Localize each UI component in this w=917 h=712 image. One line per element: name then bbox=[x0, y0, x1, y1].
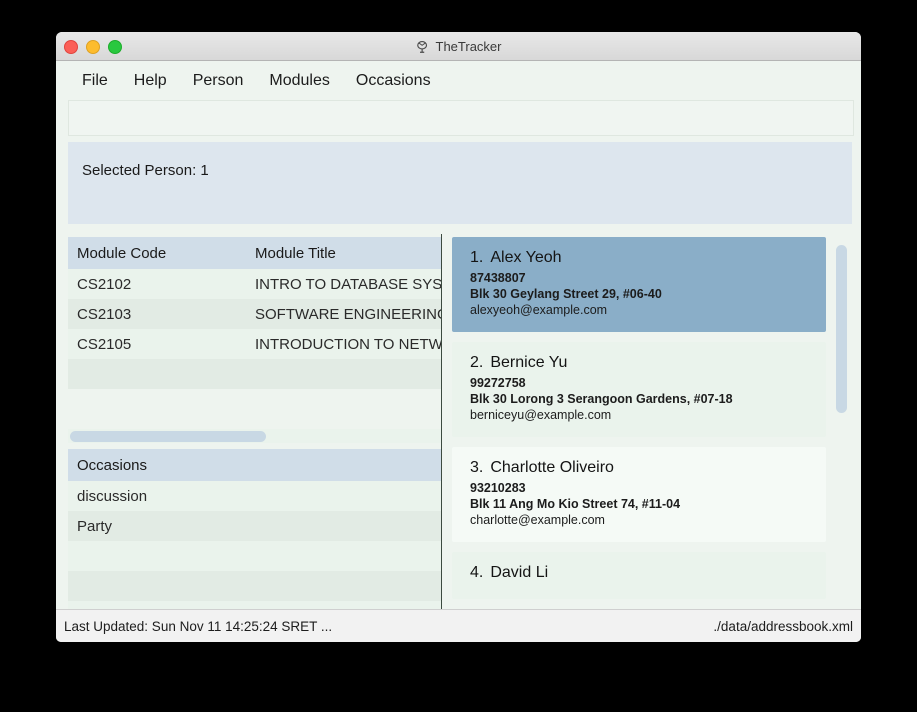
menu-item-help[interactable]: Help bbox=[124, 68, 177, 94]
list-item[interactable]: 4. David Li bbox=[452, 552, 826, 599]
table-row[interactable]: CS2102 INTRO TO DATABASE SYSTEMS bbox=[68, 269, 442, 299]
modules-horizontal-scrollbar[interactable] bbox=[68, 429, 442, 443]
cell-module-code: CS2103 bbox=[68, 299, 246, 329]
person-list[interactable]: 1. Alex Yeoh 87438807 Blk 30 Geylang Stre… bbox=[452, 237, 834, 609]
cell-occasion-name: Party bbox=[68, 511, 368, 541]
person-index: 2. bbox=[470, 354, 484, 371]
person-name: Alex Yeoh bbox=[490, 249, 562, 266]
person-phone: 87438807 bbox=[470, 271, 526, 285]
window-title: TheTracker bbox=[435, 38, 502, 54]
cell-module-title: SOFTWARE ENGINEERING bbox=[246, 299, 442, 329]
occasions-table-container: Occasions discussion Party bbox=[68, 449, 442, 609]
right-pane: 1. Alex Yeoh 87438807 Blk 30 Geylang Stre… bbox=[452, 237, 849, 609]
table-row-empty[interactable] bbox=[68, 601, 442, 609]
scrollbar-thumb[interactable] bbox=[70, 431, 266, 442]
menu-item-person[interactable]: Person bbox=[183, 68, 254, 94]
list-item[interactable]: 1. Alex Yeoh 87438807 Blk 30 Geylang Stre… bbox=[452, 237, 826, 332]
cell-occasion-extra bbox=[368, 511, 442, 541]
scrollbar-thumb[interactable] bbox=[836, 245, 847, 413]
modules-table-container: Module Code Module Title CS2102 INTRO TO… bbox=[68, 237, 442, 443]
person-name: David Li bbox=[490, 564, 549, 581]
selected-person-panel: Selected Person: 1 bbox=[68, 142, 852, 224]
person-email: alexyeoh@example.com bbox=[470, 303, 608, 317]
application-window: TheTracker File Help Person Modules Occa… bbox=[56, 32, 861, 642]
person-index: 1. bbox=[470, 249, 484, 266]
person-index: 3. bbox=[470, 459, 484, 476]
column-header-module-title[interactable]: Module Title bbox=[246, 237, 442, 269]
window-controls bbox=[64, 40, 122, 54]
column-header-occasions[interactable]: Occasions bbox=[68, 449, 442, 481]
occasions-table-header-row: Occasions bbox=[68, 449, 442, 481]
table-row-empty[interactable] bbox=[68, 571, 442, 601]
person-index: 4. bbox=[470, 564, 484, 581]
table-row-empty[interactable] bbox=[68, 541, 442, 571]
status-last-updated: Last Updated: Sun Nov 11 14:25:24 SRET .… bbox=[64, 618, 333, 634]
person-email: charlotte@example.com bbox=[470, 513, 605, 527]
status-file-path: ./data/addressbook.xml bbox=[713, 618, 853, 634]
window-title-group: TheTracker bbox=[56, 32, 861, 60]
modules-table-header-row: Module Code Module Title bbox=[68, 237, 442, 269]
close-window-button[interactable] bbox=[64, 40, 78, 54]
person-name-row: 3. Charlotte Oliveiro bbox=[470, 459, 812, 477]
app-icon bbox=[416, 40, 430, 54]
main-content-area: Module Code Module Title CS2102 INTRO TO… bbox=[56, 234, 861, 610]
status-bar: Last Updated: Sun Nov 11 14:25:24 SRET .… bbox=[56, 609, 861, 642]
person-address: Blk 30 Lorong 3 Serangoon Gardens, #07-1… bbox=[470, 392, 733, 406]
cell-module-title: INTRODUCTION TO NETWORKS bbox=[246, 329, 442, 359]
cell-module-code: CS2105 bbox=[68, 329, 246, 359]
cell-module-title: INTRO TO DATABASE SYSTEMS bbox=[246, 269, 442, 299]
menu-item-modules[interactable]: Modules bbox=[259, 68, 339, 94]
minimize-window-button[interactable] bbox=[86, 40, 100, 54]
selected-person-label: Selected Person: 1 bbox=[82, 162, 209, 179]
person-email: berniceyu@example.com bbox=[470, 408, 612, 422]
list-item[interactable]: 3. Charlotte Oliveiro 93210283 Blk 11 Ang… bbox=[452, 447, 826, 542]
cell-occasion-name: discussion bbox=[68, 481, 442, 511]
cell-module-title bbox=[246, 359, 442, 389]
person-name-row: 2. Bernice Yu bbox=[470, 354, 812, 372]
table-row[interactable]: discussion bbox=[68, 481, 442, 511]
person-name-row: 4. David Li bbox=[470, 564, 812, 582]
menu-item-occasions[interactable]: Occasions bbox=[346, 68, 441, 94]
title-bar: TheTracker bbox=[56, 32, 861, 61]
cell-occasion-extra bbox=[368, 571, 442, 601]
cell-occasion-name bbox=[68, 571, 368, 601]
person-address: Blk 11 Ang Mo Kio Street 74, #11-04 bbox=[470, 497, 681, 511]
pane-divider[interactable] bbox=[441, 234, 442, 610]
menu-bar: File Help Person Modules Occasions bbox=[56, 61, 861, 101]
table-row[interactable]: CS2105 INTRODUCTION TO NETWORKS bbox=[68, 329, 442, 359]
cell-occasion-name bbox=[68, 541, 442, 571]
person-phone: 99272758 bbox=[470, 376, 526, 390]
person-name: Charlotte Oliveiro bbox=[490, 459, 614, 476]
modules-table: Module Code Module Title CS2102 INTRO TO… bbox=[68, 237, 442, 389]
list-item[interactable]: 2. Bernice Yu 99272758 Blk 30 Lorong 3 Se… bbox=[452, 342, 826, 437]
table-row[interactable]: CS2103 SOFTWARE ENGINEERING bbox=[68, 299, 442, 329]
cell-occasion-name bbox=[68, 601, 442, 609]
occasions-table: Occasions discussion Party bbox=[68, 449, 442, 609]
person-name-row: 1. Alex Yeoh bbox=[470, 249, 812, 267]
person-name: Bernice Yu bbox=[490, 354, 568, 371]
table-row[interactable]: Party bbox=[68, 511, 442, 541]
command-box-panel[interactable] bbox=[68, 100, 854, 136]
cell-module-code bbox=[68, 359, 246, 389]
person-phone: 93210283 bbox=[470, 481, 526, 495]
column-header-module-code[interactable]: Module Code bbox=[68, 237, 246, 269]
cell-module-code: CS2102 bbox=[68, 269, 246, 299]
person-address: Blk 30 Geylang Street 29, #06-40 bbox=[470, 287, 662, 301]
table-row-empty[interactable] bbox=[68, 359, 442, 389]
left-pane: Module Code Module Title CS2102 INTRO TO… bbox=[68, 237, 442, 609]
person-list-vertical-scrollbar[interactable] bbox=[834, 237, 848, 609]
menu-item-file[interactable]: File bbox=[72, 68, 118, 94]
maximize-window-button[interactable] bbox=[108, 40, 122, 54]
